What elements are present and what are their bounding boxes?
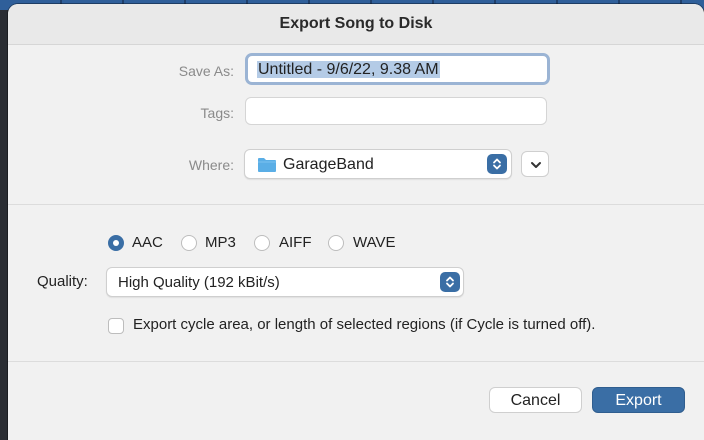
where-popup[interactable]: GarageBand (244, 149, 512, 179)
chevron-down-icon (531, 162, 541, 168)
tags-field[interactable] (245, 97, 547, 125)
expand-button[interactable] (521, 151, 549, 177)
format-radio-wave[interactable] (328, 235, 344, 251)
format-label-aac: AAC (132, 234, 163, 251)
where-value: GarageBand (283, 156, 374, 173)
where-label: Where: (188, 157, 234, 173)
export-button[interactable]: Export (592, 387, 685, 413)
format-radio-mp3[interactable] (181, 235, 197, 251)
format-label-aiff: AIFF (279, 234, 312, 251)
dialog-title: Export Song to Disk (8, 4, 704, 45)
cycle-checkbox[interactable] (108, 318, 124, 334)
divider (8, 361, 704, 362)
format-label-wave: WAVE (353, 234, 396, 251)
format-label-mp3: MP3 (205, 234, 236, 251)
save-as-field[interactable]: Untitled - 9/6/22, 9.38 AM (245, 53, 550, 85)
quality-label: Quality: (37, 273, 88, 290)
up-down-stepper-icon (440, 272, 460, 292)
tags-label: Tags: (200, 105, 234, 121)
folder-icon (258, 158, 276, 172)
quality-value: High Quality (192 kBit/s) (118, 274, 280, 291)
format-radio-aiff[interactable] (254, 235, 270, 251)
cancel-button[interactable]: Cancel (489, 387, 582, 413)
cycle-label: Export cycle area, or length of selected… (133, 316, 596, 333)
up-down-stepper-icon (487, 154, 507, 174)
export-dialog: Export Song to Disk Save As: Untitled - … (8, 4, 704, 440)
divider (8, 204, 704, 205)
save-as-label: Save As: (178, 63, 234, 79)
quality-popup[interactable]: High Quality (192 kBit/s) (106, 267, 464, 297)
save-as-value: Untitled - 9/6/22, 9.38 AM (257, 61, 440, 78)
format-radio-aac[interactable] (108, 235, 124, 251)
